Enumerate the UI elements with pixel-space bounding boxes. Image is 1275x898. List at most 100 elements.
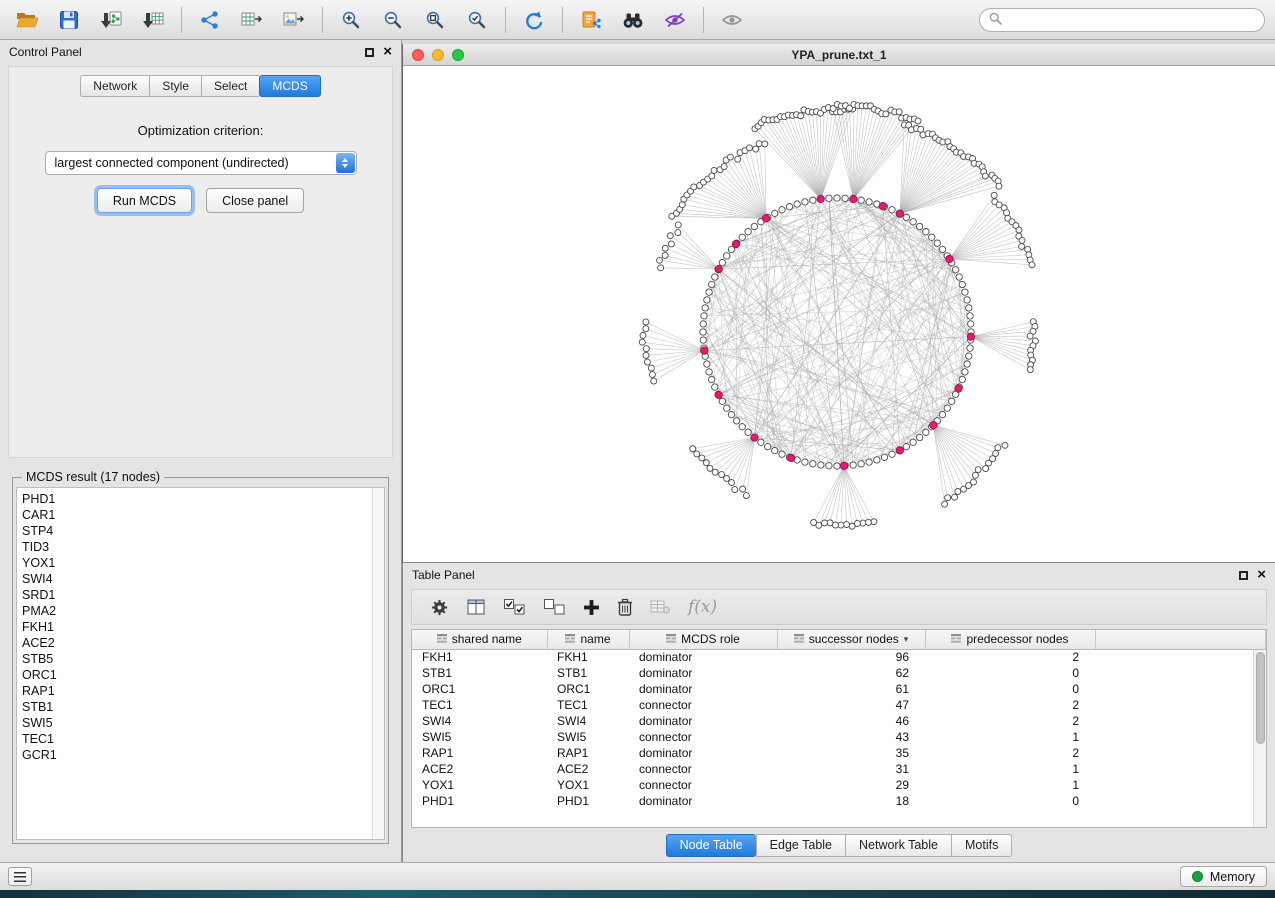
- deselect-all-rows-icon[interactable]: [543, 598, 566, 616]
- result-node-item[interactable]: ACE2: [22, 635, 384, 651]
- clone-network-icon[interactable]: [574, 5, 608, 35]
- result-node-item[interactable]: TEC1: [22, 731, 384, 747]
- column-header-predecessor-nodes[interactable]: predecessor nodes: [925, 630, 1095, 649]
- table-cell: FKH1: [412, 649, 547, 665]
- add-column-icon[interactable]: [583, 599, 600, 616]
- memory-label: Memory: [1210, 870, 1255, 884]
- result-node-item[interactable]: STP4: [22, 523, 384, 539]
- close-icon[interactable]: ×: [383, 46, 392, 58]
- table-cell: 43: [777, 729, 925, 745]
- show-details-icon[interactable]: [715, 5, 749, 35]
- memory-button[interactable]: Memory: [1180, 866, 1267, 887]
- result-node-item[interactable]: SWI5: [22, 715, 384, 731]
- tab-motifs[interactable]: Motifs: [951, 834, 1012, 857]
- table-cell: 62: [777, 665, 925, 681]
- column-header-successor-nodes[interactable]: successor nodes▾: [777, 630, 925, 649]
- result-node-item[interactable]: STB1: [22, 699, 384, 715]
- show-columns-icon[interactable]: [466, 598, 486, 616]
- result-node-item[interactable]: FKH1: [22, 619, 384, 635]
- delete-column-icon[interactable]: [617, 598, 633, 617]
- close-panel-button[interactable]: Close panel: [206, 188, 304, 213]
- table-cell: RAP1: [412, 745, 547, 761]
- export-image-icon[interactable]: [277, 5, 311, 35]
- tab-network-table[interactable]: Network Table: [845, 834, 951, 857]
- result-node-item[interactable]: SWI4: [22, 571, 384, 587]
- network-canvas[interactable]: [403, 66, 1275, 563]
- result-node-item[interactable]: TID3: [22, 539, 384, 555]
- result-node-item[interactable]: GCR1: [22, 747, 384, 763]
- search-network-icon[interactable]: [616, 5, 650, 35]
- table-settings-gear-icon[interactable]: [430, 598, 449, 617]
- window-close-icon[interactable]: [412, 49, 424, 61]
- table-row[interactable]: TEC1TEC1connector472: [412, 697, 1266, 713]
- table-cell: 1: [925, 761, 1095, 777]
- hide-details-icon[interactable]: [658, 5, 692, 35]
- result-node-item[interactable]: PMA2: [22, 603, 384, 619]
- table-row[interactable]: SWI5SWI5connector431: [412, 729, 1266, 745]
- table-cell: dominator: [629, 649, 777, 665]
- column-header-shared-name[interactable]: shared name: [412, 630, 547, 649]
- select-stepper-icon: [336, 153, 355, 173]
- table-cell: dominator: [629, 745, 777, 761]
- table-row[interactable]: FKH1FKH1dominator962: [412, 649, 1266, 665]
- result-node-item[interactable]: ORC1: [22, 667, 384, 683]
- table-row[interactable]: SWI4SWI4dominator462: [412, 713, 1266, 729]
- table-row[interactable]: STB1STB1dominator620: [412, 665, 1266, 681]
- window-minimize-icon[interactable]: [432, 49, 444, 61]
- result-node-item[interactable]: YOX1: [22, 555, 384, 571]
- result-node-item[interactable]: CAR1: [22, 507, 384, 523]
- control-panel-header: Control Panel ×: [0, 40, 401, 64]
- tab-node-table[interactable]: Node Table: [666, 834, 756, 857]
- import-table-icon[interactable]: [136, 5, 170, 35]
- table-cell: 1: [925, 777, 1095, 793]
- table-row[interactable]: RAP1RAP1dominator352: [412, 745, 1266, 761]
- column-header-mcds-role[interactable]: MCDS role: [629, 630, 777, 649]
- tab-network[interactable]: Network: [80, 75, 149, 97]
- open-session-icon[interactable]: [10, 5, 44, 35]
- table-row[interactable]: ORC1ORC1dominator610: [412, 681, 1266, 697]
- zoom-fit-icon[interactable]: [418, 5, 452, 35]
- toolbar-separator: [703, 7, 704, 33]
- control-panel: Control Panel × NetworkStyleSelectMCDS O…: [0, 40, 402, 862]
- network-graph[interactable]: [403, 66, 1269, 561]
- export-network-icon[interactable]: [193, 5, 227, 35]
- zoom-selected-icon[interactable]: [460, 5, 494, 35]
- search-box[interactable]: [979, 8, 1265, 32]
- save-session-icon[interactable]: [52, 5, 86, 35]
- column-header-name[interactable]: name: [547, 630, 629, 649]
- task-history-button[interactable]: [8, 867, 32, 886]
- table-cell: 0: [925, 665, 1095, 681]
- refresh-icon[interactable]: [517, 5, 551, 35]
- select-all-rows-icon[interactable]: [503, 598, 526, 616]
- result-list-scrollbar[interactable]: [372, 488, 384, 839]
- tab-edge-table[interactable]: Edge Table: [756, 834, 845, 857]
- export-table-icon[interactable]: [235, 5, 269, 35]
- table-row[interactable]: PHD1PHD1dominator180: [412, 793, 1266, 809]
- table-scrollbar[interactable]: [1253, 650, 1266, 827]
- result-node-item[interactable]: PHD1: [22, 491, 384, 507]
- window-maximize-icon[interactable]: [452, 49, 464, 61]
- undock-icon[interactable]: [365, 48, 374, 57]
- run-mcds-button[interactable]: Run MCDS: [97, 188, 192, 213]
- result-node-item[interactable]: STB5: [22, 651, 384, 667]
- result-node-item[interactable]: RAP1: [22, 683, 384, 699]
- result-node-item[interactable]: SRD1: [22, 587, 384, 603]
- close-icon[interactable]: ×: [1257, 569, 1266, 581]
- tab-mcds[interactable]: MCDS: [259, 75, 320, 97]
- zoom-out-icon[interactable]: [376, 5, 410, 35]
- table-cell: PHD1: [547, 793, 629, 809]
- search-input[interactable]: [1008, 13, 1255, 27]
- toolbar-separator: [505, 7, 506, 33]
- table-scrollbar-thumb[interactable]: [1256, 652, 1265, 744]
- tab-select[interactable]: Select: [201, 75, 259, 97]
- optimization-criterion-select[interactable]: largest connected component (undirected): [45, 151, 357, 175]
- table-cell-filler: [1095, 681, 1266, 697]
- tab-style[interactable]: Style: [149, 75, 201, 97]
- zoom-in-icon[interactable]: [334, 5, 368, 35]
- undock-icon[interactable]: [1239, 571, 1248, 580]
- table-row[interactable]: YOX1YOX1connector291: [412, 777, 1266, 793]
- table-row[interactable]: ACE2ACE2connector311: [412, 761, 1266, 777]
- mcds-result-list: PHD1CAR1STP4TID3YOX1SWI4SRD1PMA2FKH1ACE2…: [16, 487, 385, 840]
- column-header-label: shared name: [452, 632, 522, 646]
- import-network-icon[interactable]: [94, 5, 128, 35]
